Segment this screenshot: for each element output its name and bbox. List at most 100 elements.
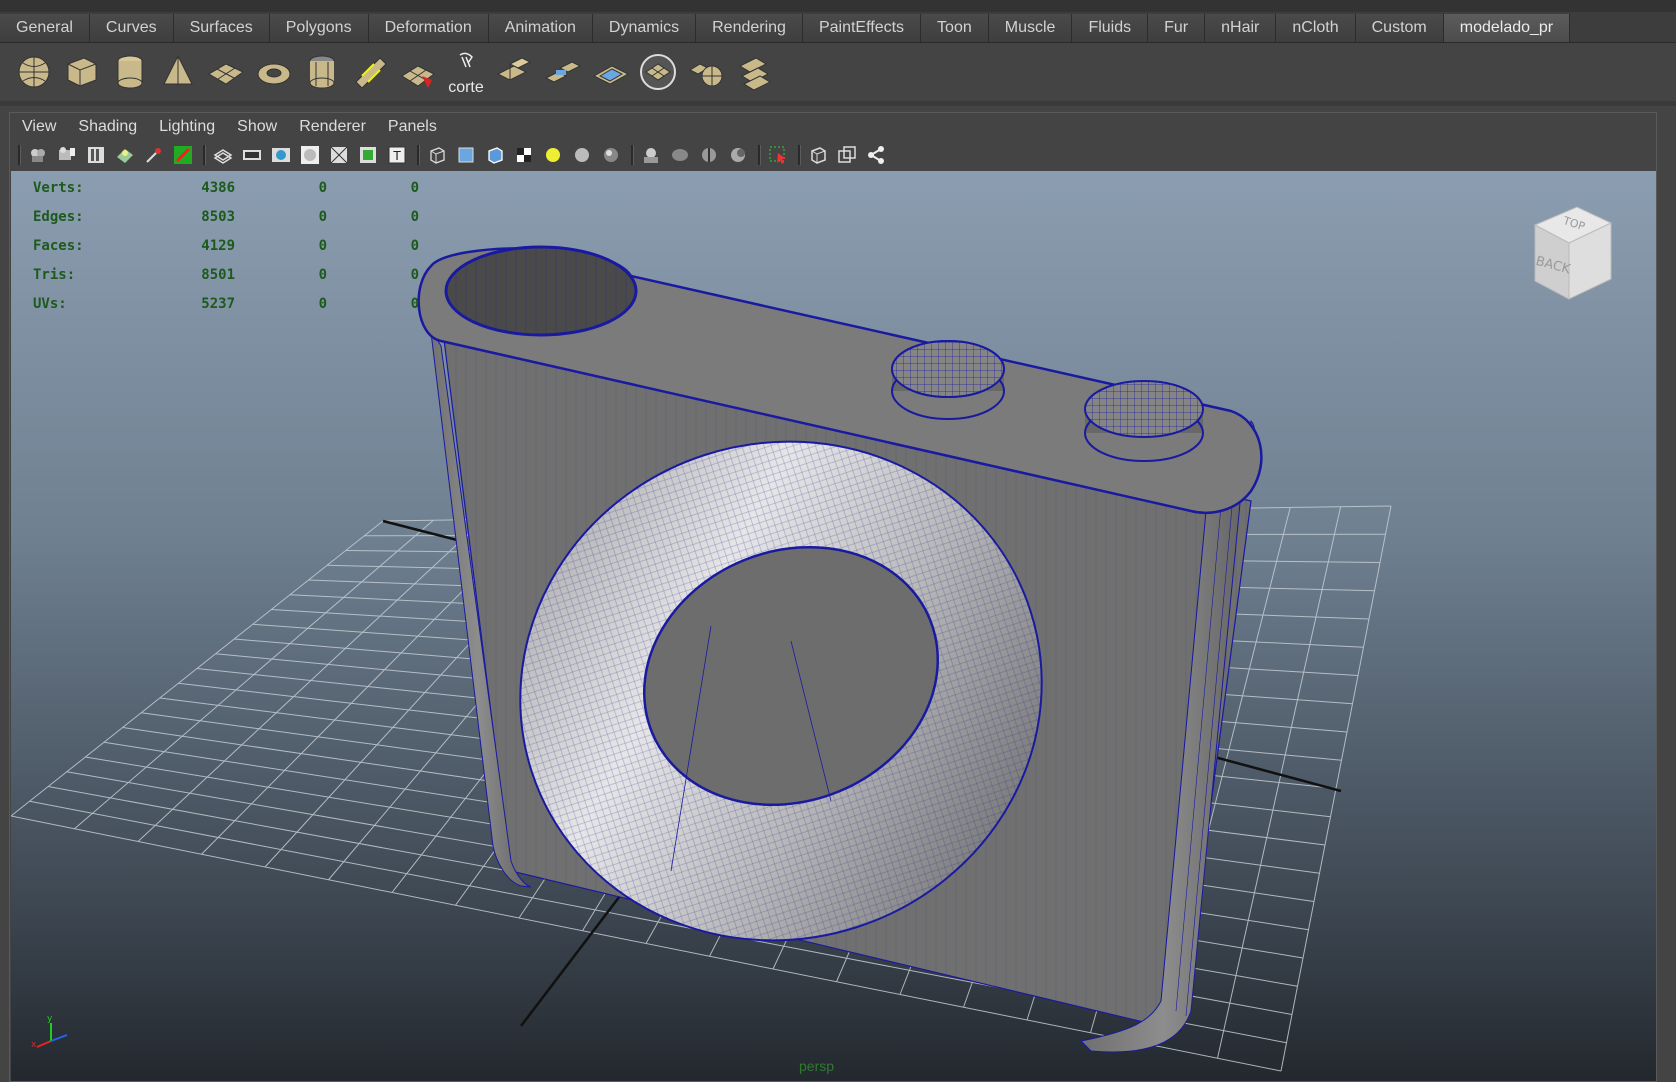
shelf-tab-dynamics[interactable]: Dynamics [592, 14, 697, 42]
backface-culling-icon[interactable] [727, 144, 749, 166]
poly-torus-shelf-button[interactable] [252, 49, 296, 95]
hud-c2: 0 [410, 266, 419, 283]
hud-c1: 0 [318, 179, 327, 196]
bevel-shelf-button[interactable] [588, 49, 632, 95]
toolbar-separator [18, 145, 21, 165]
shelf-tab-muscle[interactable]: Muscle [988, 14, 1073, 42]
poly-cone-shelf-button[interactable] [156, 49, 200, 95]
hud-c1: 0 [318, 237, 327, 254]
shelf-tab-rendering[interactable]: Rendering [696, 14, 803, 42]
hud-label: Edges: [33, 208, 84, 225]
shelf-tab-painteffects[interactable]: PaintEffects [802, 14, 922, 42]
shadows-icon[interactable] [571, 144, 593, 166]
xray-joints-icon[interactable] [698, 144, 720, 166]
toolbar-separator [798, 145, 801, 165]
panel-menu-shading[interactable]: Shading [78, 118, 137, 136]
hud-row: Verts: 4386 0 0 [33, 173, 419, 202]
panel-menu-panels[interactable]: Panels [388, 118, 437, 136]
shelf-tab-surfaces[interactable]: Surfaces [173, 14, 270, 42]
poly-helix-shelf-button[interactable] [348, 49, 392, 95]
poly-cylinder-shelf-button[interactable] [108, 49, 152, 95]
field-chart-icon[interactable] [328, 144, 350, 166]
panel-menu-lighting[interactable]: Lighting [159, 118, 215, 136]
resolution-gate-icon[interactable] [270, 144, 292, 166]
2d-pan-zoom-icon[interactable] [143, 144, 165, 166]
bookmarks-icon[interactable] [85, 144, 107, 166]
all-lights-icon[interactable] [542, 144, 564, 166]
multi-view-icon[interactable] [836, 144, 858, 166]
film-gate-icon[interactable] [241, 144, 263, 166]
wireframe-shading-icon[interactable] [426, 144, 448, 166]
select-camera-icon[interactable] [27, 144, 49, 166]
shelf-tab-bar: General Curves Surfaces Polygons Deformation… [0, 12, 1676, 43]
hud-c2: 0 [410, 179, 419, 196]
shelf-tab-modelado-pr[interactable]: modelado_pr [1443, 14, 1571, 42]
smooth-shading-icon[interactable] [455, 144, 477, 166]
poly-count-hud: Verts: 4386 0 0 Edges: 8503 0 0 Faces: 4129 0 0 Tris… [33, 173, 419, 318]
shelf-tab-fluids[interactable]: Fluids [1072, 14, 1149, 42]
share-icon[interactable] [865, 144, 887, 166]
model-panel: View Shading Lighting Show Renderer Panels T [9, 112, 1657, 1082]
viewcube[interactable]: TOP BACK [1517, 195, 1617, 307]
bridge-shelf-button[interactable] [540, 49, 584, 95]
shelf-tab-polygons[interactable]: Polygons [269, 14, 369, 42]
poly-cone-icon [163, 54, 193, 86]
hud-val: 4129 [201, 237, 235, 254]
shelf-button-label: corte [448, 79, 484, 96]
cube-view-icon[interactable] [807, 144, 829, 166]
perspective-viewport[interactable]: Verts: 4386 0 0 Edges: 8503 0 0 Faces: 4129 0 0 Tris… [11, 171, 1656, 1081]
hud-val: 5237 [201, 295, 235, 312]
shelf-tab-curves[interactable]: Curves [89, 14, 174, 42]
poly-soccer-ball-icon [401, 65, 435, 88]
extrude-shelf-button[interactable] [492, 49, 536, 95]
textured-icon[interactable] [513, 144, 535, 166]
grease-pencil-icon[interactable] [172, 144, 194, 166]
high-quality-icon[interactable] [600, 144, 622, 166]
hud-val: 8503 [201, 208, 235, 225]
poly-sphere-shelf-button[interactable] [12, 49, 56, 95]
image-plane-icon[interactable] [114, 144, 136, 166]
smooth-shelf-button[interactable] [636, 49, 680, 95]
poly-pipe-shelf-button[interactable] [300, 49, 344, 95]
shelf-tab-custom[interactable]: Custom [1355, 14, 1444, 42]
svg-text:T: T [392, 149, 401, 163]
hud-c2: 0 [410, 208, 419, 225]
separate-shelf-button[interactable] [732, 49, 776, 95]
shelf-tab-nhair[interactable]: nHair [1205, 14, 1277, 42]
hud-c2: 0 [410, 237, 419, 254]
poly-cube-shelf-button[interactable] [60, 49, 104, 95]
poly-torus-icon [257, 63, 291, 85]
wireframe-on-shaded-icon[interactable] [484, 144, 506, 166]
gate-mask-icon[interactable] [299, 144, 321, 166]
separate-icon [738, 57, 772, 91]
shelf-tab-general[interactable]: General [0, 14, 90, 42]
shelf-tab-deformation[interactable]: Deformation [368, 14, 489, 42]
shelf-tab-fur[interactable]: Fur [1148, 14, 1206, 42]
shelf-tab-toon[interactable]: Toon [921, 14, 989, 42]
select-highlight-icon[interactable] [767, 144, 789, 166]
poly-soccer-ball-shelf-button[interactable] [396, 49, 440, 95]
panel-toolbar: T [10, 141, 1656, 169]
corte-shelf-button[interactable]: corte [444, 49, 488, 96]
isolate-select-icon[interactable] [640, 144, 662, 166]
hud-val: 4386 [201, 179, 235, 196]
panel-menu-renderer[interactable]: Renderer [299, 118, 366, 136]
shelf-divider [0, 101, 1676, 106]
svg-text:y: y [47, 1014, 53, 1024]
bevel-icon [592, 65, 630, 85]
shelf-tab-ncloth[interactable]: nCloth [1276, 14, 1356, 42]
xray-icon[interactable] [669, 144, 691, 166]
combine-shelf-button[interactable] [684, 49, 728, 95]
safe-title-icon[interactable]: T [386, 144, 408, 166]
poly-plane-shelf-button[interactable] [204, 49, 248, 95]
camera-attributes-icon[interactable] [56, 144, 78, 166]
hud-c1: 0 [318, 295, 327, 312]
hud-c2: 0 [410, 295, 419, 312]
panel-menu-show[interactable]: Show [237, 118, 277, 136]
poly-cylinder-icon [117, 55, 143, 89]
extrude-icon [496, 57, 532, 81]
safe-action-icon[interactable] [357, 144, 379, 166]
panel-menu-view[interactable]: View [22, 118, 56, 136]
grid-toggle-icon[interactable] [212, 144, 234, 166]
shelf-tab-animation[interactable]: Animation [488, 14, 593, 42]
